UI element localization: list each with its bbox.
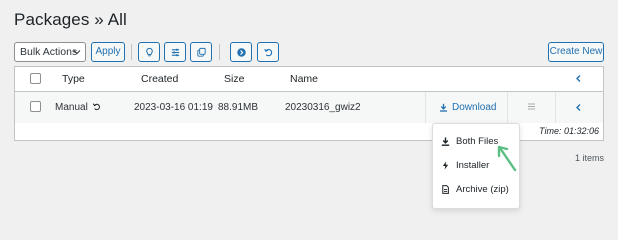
pointer-arrow-icon — [497, 145, 517, 172]
recovery-button[interactable] — [257, 42, 279, 62]
download-label: Download — [452, 102, 497, 113]
select-all-checkbox[interactable] — [30, 73, 41, 84]
menu-item-label: Both Files — [456, 136, 499, 147]
chevron-down-icon — [73, 50, 81, 55]
items-count: 1 items — [574, 153, 604, 163]
undo-icon — [92, 103, 100, 111]
sliders-icon — [171, 48, 179, 56]
template-button[interactable] — [138, 42, 160, 62]
packages-table: Type Created Size Name Manual 2023-03-16… — [14, 66, 604, 124]
column-divider — [425, 92, 426, 124]
chevron-left-icon[interactable] — [574, 103, 583, 112]
create-new-button[interactable]: Create New — [548, 42, 604, 62]
column-divider — [555, 92, 556, 124]
package-name: 20230316_gwiz2 — [285, 102, 361, 113]
header-size[interactable]: Size — [224, 73, 244, 85]
package-size: 88.91MB — [218, 102, 259, 113]
column-divider — [507, 92, 508, 124]
package-created: 2023-03-16 01:19 — [134, 102, 213, 113]
copy-icon — [196, 47, 206, 57]
import-button[interactable] — [230, 42, 252, 62]
header-name[interactable]: Name — [290, 73, 318, 85]
chevron-left-icon[interactable] — [574, 74, 583, 83]
menu-item-both-files[interactable]: Both Files — [441, 136, 498, 147]
lightbulb-icon — [145, 47, 153, 56]
row-checkbox[interactable] — [30, 101, 41, 112]
page-title: Packages » All — [14, 10, 127, 29]
time-text: Time: 01:32:06 — [539, 126, 599, 136]
download-icon — [440, 103, 447, 112]
toolbar-divider — [219, 44, 220, 60]
header-created[interactable]: Created — [141, 73, 178, 85]
bolt-icon — [442, 161, 449, 170]
bulk-actions-label: Bulk Actions — [20, 46, 78, 58]
menu-item-installer[interactable]: Installer — [441, 160, 489, 171]
copy-button[interactable] — [190, 42, 212, 62]
refresh-icon — [263, 48, 272, 56]
menu-item-archive-zip[interactable]: Archive (zip) — [441, 184, 509, 195]
download-link[interactable]: Download — [439, 102, 496, 113]
toolbar-divider — [131, 44, 132, 60]
circle-arrow-icon — [236, 47, 246, 57]
menu-icon[interactable] — [527, 102, 536, 111]
table-row: Manual 2023-03-16 01:19 88.91MB 20230316… — [15, 92, 603, 124]
menu-item-label: Installer — [456, 160, 490, 171]
package-type: Manual — [55, 102, 101, 113]
storage-settings-button[interactable] — [164, 42, 186, 62]
header-type[interactable]: Type — [62, 73, 85, 85]
download-icon — [441, 137, 450, 146]
file-icon — [442, 185, 449, 194]
apply-button[interactable]: Apply — [91, 42, 125, 62]
bulk-actions-select[interactable]: Bulk Actions — [14, 42, 86, 62]
menu-item-label: Archive (zip) — [456, 184, 509, 195]
package-type-label: Manual — [55, 102, 88, 113]
table-header: Type Created Size Name — [15, 67, 603, 92]
